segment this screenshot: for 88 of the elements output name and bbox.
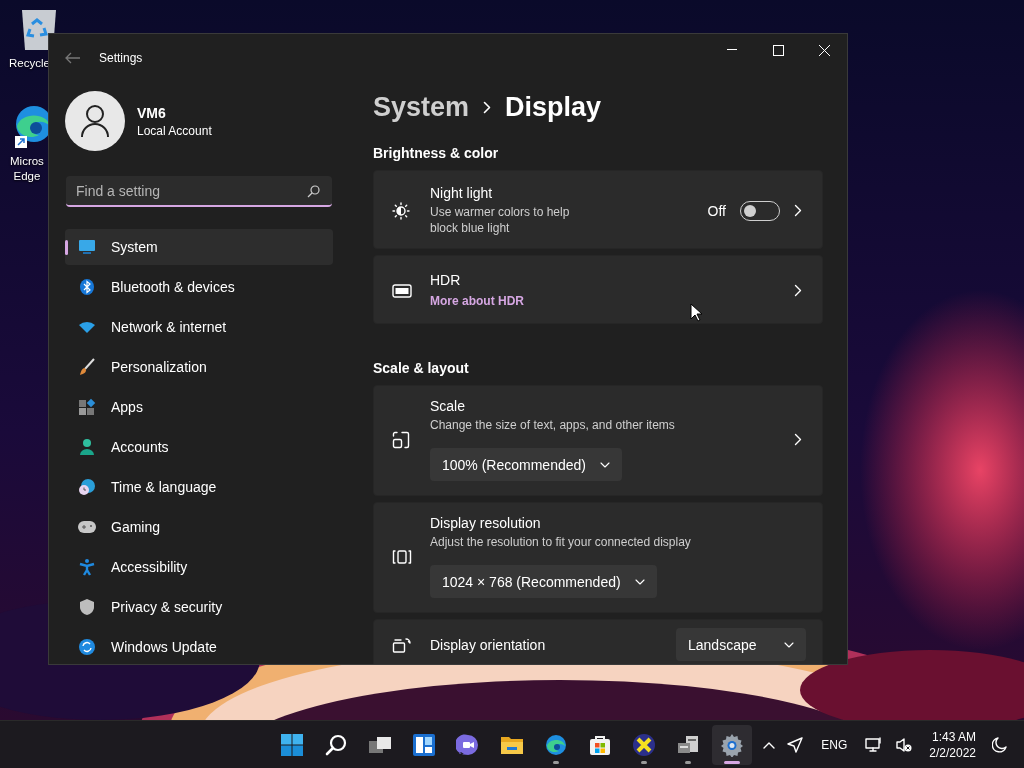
section-title: Brightness & color <box>373 145 500 161</box>
clock-globe-icon <box>77 478 97 496</box>
setting-card[interactable]: Night light Use warmer colors to help block blue light Off <box>373 170 823 249</box>
nav-item[interactable]: Network & internet <box>65 309 333 345</box>
avatar[interactable] <box>65 91 125 151</box>
account-name: VM6 <box>137 104 167 121</box>
orientation-icon <box>392 635 412 654</box>
dropdown[interactable]: 1024 × 768 (Recommended) <box>430 565 657 598</box>
clock[interactable]: 1:43 AM 2/2/2022 <box>923 729 982 760</box>
scale-icon <box>392 430 410 449</box>
desktop-icon-label: Recycle <box>9 56 50 71</box>
nav-item[interactable]: Windows Update <box>65 629 333 664</box>
chevron-down-icon <box>599 461 610 468</box>
update-icon <box>77 638 97 656</box>
language-indicator[interactable]: ENG <box>821 737 848 752</box>
chevron-glyph-icon <box>794 433 802 446</box>
brightness-icon <box>392 201 410 220</box>
person-icon <box>77 438 97 456</box>
search-icon <box>307 185 320 198</box>
nav-item[interactable]: Accessibility <box>65 549 333 585</box>
nav-item[interactable]: Personalization <box>65 349 333 385</box>
nav-item[interactable]: System <box>65 229 333 265</box>
dropdown[interactable]: Landscape <box>676 628 806 661</box>
dropdown[interactable]: 100% (Recommended) <box>430 448 622 481</box>
chevron-glyph-icon <box>794 204 802 217</box>
setting-title: Night light <box>430 185 494 201</box>
x-circle-icon <box>632 732 656 757</box>
chevron-right-icon[interactable] <box>794 433 802 446</box>
setting-card[interactable]: HDR More about HDR <box>373 255 823 324</box>
nav-item[interactable]: Gaming <box>65 509 333 545</box>
more-link[interactable]: More about HDR <box>430 294 524 308</box>
wifi-icon <box>77 320 97 334</box>
apps-grid-icon <box>77 398 97 416</box>
task-view-icon <box>368 734 392 755</box>
setting-description: Adjust the resolution to fit your connected display <box>430 534 692 550</box>
setting-description: Use warmer colors to help block blue light <box>430 204 571 236</box>
chevron-down-icon <box>634 578 645 585</box>
gamepad-icon <box>77 520 97 534</box>
setting-card[interactable]: Display orientation Landscape <box>373 619 823 664</box>
search-field[interactable]: Find a setting <box>66 176 332 207</box>
breadcrumb-chevron-icon <box>483 101 492 114</box>
desktop-icon-label: Micros Edge <box>10 154 44 184</box>
moon-icon[interactable] <box>990 734 1010 755</box>
folder-icon <box>500 734 524 755</box>
taskbar-button[interactable] <box>712 724 752 765</box>
gear-icon <box>720 732 744 757</box>
setting-card[interactable]: Scale Change the size of text, apps, and other items 100% (Recommended) <box>373 385 823 496</box>
window-title: Settings <box>99 51 143 65</box>
setting-title: Display orientation <box>430 636 547 653</box>
accessibility-icon <box>77 558 97 576</box>
setting-description: Change the size of text, apps, and other items <box>430 417 676 433</box>
setting-card[interactable]: Display resolution Adjust the resolution to fit your connected display 1024 × 768 (Recommended) <box>373 502 823 613</box>
store-icon <box>589 733 611 756</box>
nav-item[interactable]: Apps <box>65 389 333 425</box>
brush-icon <box>77 358 97 376</box>
monitor-icon <box>77 239 97 255</box>
nav-item[interactable]: Accounts <box>65 429 333 465</box>
hdr-icon <box>392 283 412 298</box>
section-title: Scale & layout <box>373 360 470 376</box>
chevron-down-icon <box>784 641 794 648</box>
start-icon <box>281 733 303 756</box>
widgets-icon <box>413 733 435 756</box>
setting-title: Scale <box>430 398 467 414</box>
nav-item[interactable]: Privacy & security <box>65 589 333 625</box>
minimize-icon <box>727 49 737 51</box>
account-type: Local Account <box>137 123 212 138</box>
close-icon <box>818 44 830 56</box>
shield-icon <box>77 598 97 616</box>
chevron-right-icon[interactable] <box>794 284 802 297</box>
bluetooth-icon <box>77 278 97 296</box>
location-arrow-icon[interactable] <box>785 734 806 755</box>
mouse-cursor-icon <box>690 303 702 322</box>
resolution-icon <box>392 548 412 565</box>
breadcrumb-link[interactable]: System <box>373 92 470 123</box>
chevron-right-icon[interactable] <box>794 204 802 217</box>
search-icon <box>325 733 347 756</box>
nav-item[interactable]: Bluetooth & devices <box>65 269 333 305</box>
setting-title: Display resolution <box>430 515 542 531</box>
page-title: Display <box>505 92 602 123</box>
toggle-state-label: Off <box>707 202 726 219</box>
browser-icon <box>545 733 567 756</box>
chevron-glyph-icon <box>794 284 802 297</box>
back-arrow-icon[interactable] <box>65 52 81 64</box>
nav-item[interactable]: Time & language <box>65 469 333 505</box>
drive-cabinet-icon <box>676 733 700 756</box>
setting-title: HDR <box>430 272 462 288</box>
maximize-icon <box>772 44 784 56</box>
chat-icon <box>456 733 480 756</box>
